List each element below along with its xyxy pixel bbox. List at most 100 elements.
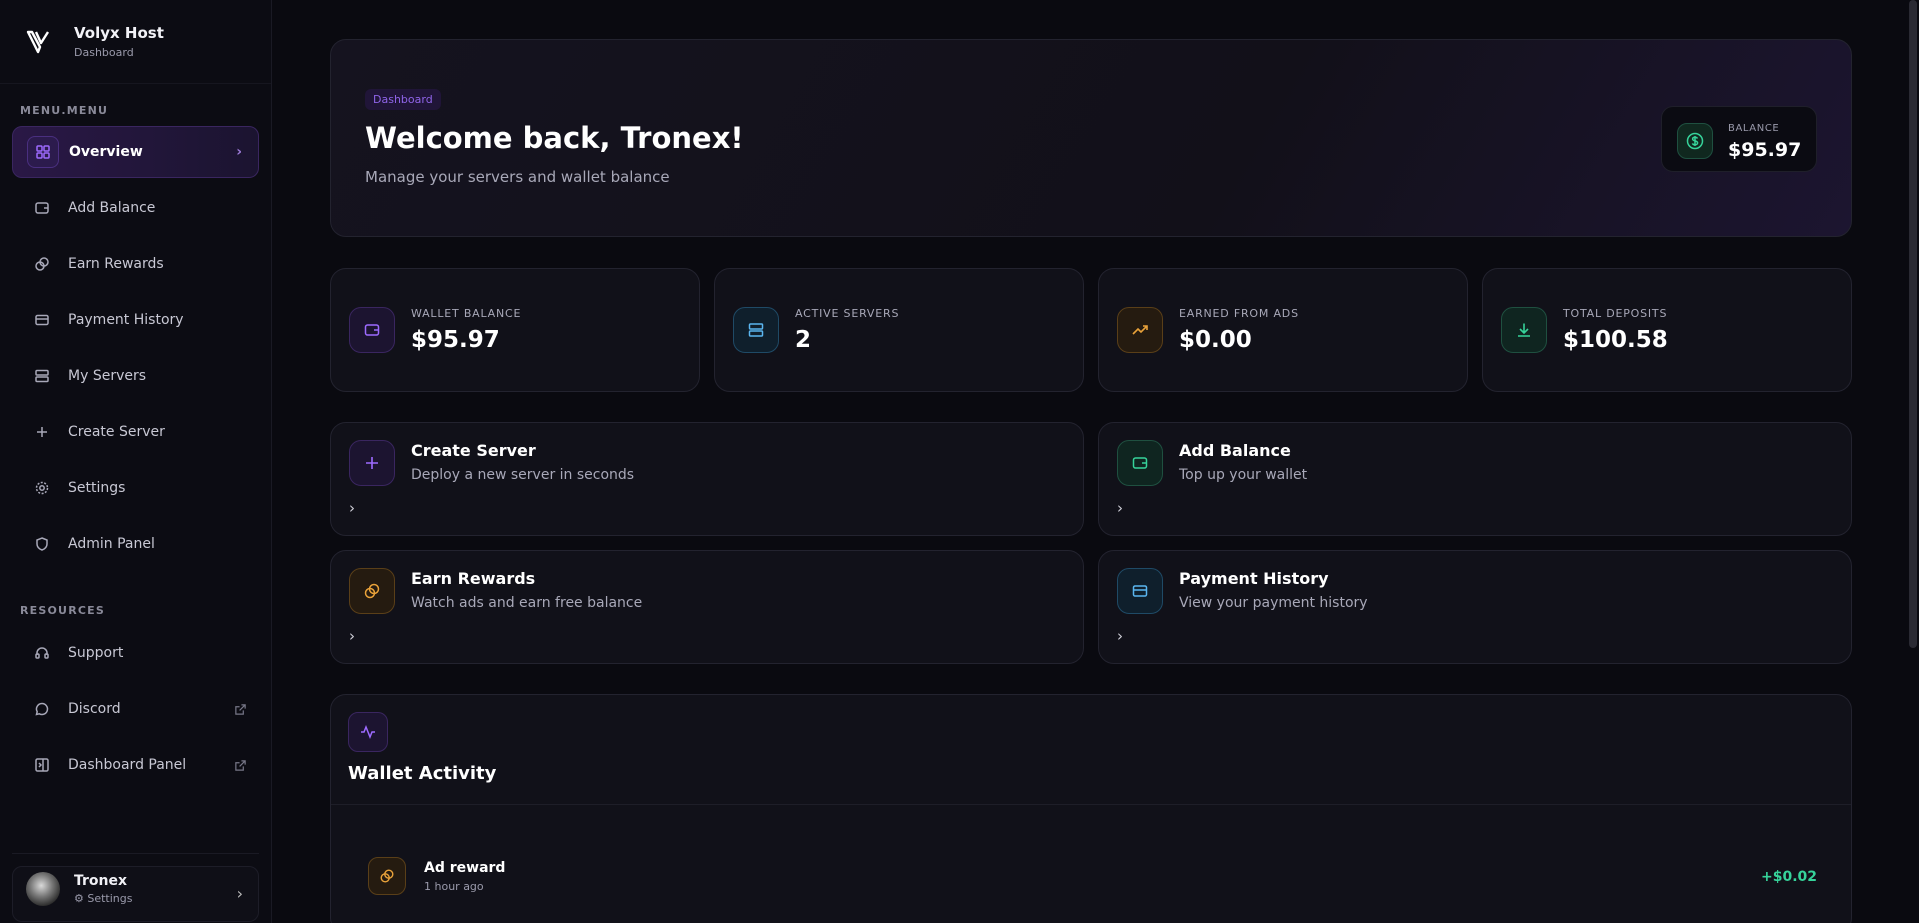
user-settings-link: ⚙ Settings xyxy=(74,891,133,905)
chat-icon xyxy=(32,699,52,719)
balance-value: $95.97 xyxy=(1728,139,1802,161)
wallet-icon xyxy=(32,198,52,218)
sidebar-item-create-server[interactable]: Create Server xyxy=(12,406,259,458)
user-profile[interactable]: Tronex ⚙ Settings › xyxy=(12,853,259,923)
wallet-activity-panel: Wallet Activity Ad reward 1 hour ago +$0… xyxy=(330,694,1852,923)
activity-amount: +$0.02 xyxy=(1760,869,1817,885)
stat-value: 2 xyxy=(795,327,812,353)
action-description: Watch ads and earn free balance xyxy=(411,595,643,611)
action-create-server[interactable]: Create Server Deploy a new server in sec… xyxy=(330,422,1084,536)
chevron-right-icon: › xyxy=(236,144,242,160)
stat-earned-from-ads: EARNED FROM ADS $0.00 xyxy=(1098,268,1468,392)
section-title: Wallet Activity xyxy=(348,763,497,784)
grid-icon xyxy=(27,136,59,168)
sidebar-item-my-servers[interactable]: My Servers xyxy=(12,350,259,402)
external-link-icon xyxy=(234,759,247,772)
balance-label: BALANCE xyxy=(1728,123,1780,134)
sidebar-item-label: Create Server xyxy=(68,424,165,440)
sidebar-item-label: My Servers xyxy=(68,368,147,384)
sidebar-item-payment-history[interactable]: Payment History xyxy=(12,294,259,346)
sidebar-item-earn-rewards[interactable]: Earn Rewards xyxy=(12,238,259,290)
action-title: Add Balance xyxy=(1179,441,1291,460)
gear-icon xyxy=(32,478,52,498)
plus-icon xyxy=(32,422,52,442)
server-icon xyxy=(733,307,779,353)
chevron-right-icon: › xyxy=(349,627,355,645)
chevron-right-icon: › xyxy=(236,884,243,903)
sidebar-item-label: Overview xyxy=(69,144,143,160)
shield-icon xyxy=(32,534,52,554)
resources-section-label: RESOURCES xyxy=(20,604,105,617)
action-description: Top up your wallet xyxy=(1179,467,1308,483)
wallet-icon xyxy=(1117,440,1163,486)
stat-wallet-balance: WALLET BALANCE $95.97 xyxy=(330,268,700,392)
page-title: Welcome back, Tronex! xyxy=(365,121,744,155)
main-nav: Overview › Add Balance Earn Rewards Paym… xyxy=(12,126,259,574)
action-title: Earn Rewards xyxy=(411,569,536,588)
sidebar-item-label: Add Balance xyxy=(68,200,156,216)
external-link-icon xyxy=(234,703,247,716)
chevron-right-icon: › xyxy=(349,499,355,517)
action-description: Deploy a new server in seconds xyxy=(411,467,635,483)
headset-icon xyxy=(32,643,52,663)
sidebar-item-admin-panel[interactable]: Admin Panel xyxy=(12,518,259,570)
trending-up-icon xyxy=(1117,307,1163,353)
brand-subtitle: Dashboard xyxy=(74,46,134,59)
stat-value: $0.00 xyxy=(1179,327,1252,353)
sidebar-item-settings[interactable]: Settings xyxy=(12,462,259,514)
sidebar-item-label: Discord xyxy=(68,701,121,717)
sidebar-item-label: Admin Panel xyxy=(68,536,155,552)
divider xyxy=(331,804,1851,805)
resources-nav: Support Discord Dashboard Panel xyxy=(12,627,259,795)
sidebar-item-dashboard-panel[interactable]: Dashboard Panel xyxy=(12,739,259,791)
logo-icon xyxy=(26,30,50,53)
brand[interactable]: Volyx Host Dashboard xyxy=(0,0,271,84)
menu-section-label: MENU.MENU xyxy=(20,104,109,117)
activity-time: 1 hour ago xyxy=(424,880,484,893)
chevron-right-icon: › xyxy=(1117,627,1123,645)
scrollbar[interactable] xyxy=(1909,0,1917,648)
action-payment-history[interactable]: Payment History View your payment histor… xyxy=(1098,550,1852,664)
credit-card-icon xyxy=(1117,568,1163,614)
plus-icon xyxy=(349,440,395,486)
breadcrumb: Dashboard xyxy=(365,89,441,110)
panel-icon xyxy=(32,755,52,775)
stat-value: $95.97 xyxy=(411,327,500,353)
sidebar-item-label: Support xyxy=(68,645,124,661)
sidebar-item-add-balance[interactable]: Add Balance xyxy=(12,182,259,234)
stat-active-servers: ACTIVE SERVERS 2 xyxy=(714,268,1084,392)
sidebar: Volyx Host Dashboard MENU.MENU Overview … xyxy=(0,0,272,923)
sidebar-item-discord[interactable]: Discord xyxy=(12,683,259,735)
action-title: Create Server xyxy=(411,441,536,460)
coins-icon xyxy=(349,568,395,614)
stat-label: WALLET BALANCE xyxy=(411,307,522,320)
sidebar-item-label: Payment History xyxy=(68,312,184,328)
action-description: View your payment history xyxy=(1179,595,1368,611)
sidebar-item-overview[interactable]: Overview › xyxy=(12,126,259,178)
activity-icon xyxy=(348,712,388,752)
sidebar-item-support[interactable]: Support xyxy=(12,627,259,679)
wallet-icon xyxy=(349,307,395,353)
brand-title: Volyx Host xyxy=(74,24,164,42)
action-add-balance[interactable]: Add Balance Top up your wallet › xyxy=(1098,422,1852,536)
welcome-banner: Dashboard Welcome back, Tronex! Manage y… xyxy=(330,39,1852,237)
sidebar-item-label: Dashboard Panel xyxy=(68,757,187,773)
credit-card-icon xyxy=(32,310,52,330)
activity-title: Ad reward xyxy=(424,860,506,876)
coins-icon xyxy=(368,857,406,895)
stat-label: ACTIVE SERVERS xyxy=(795,307,900,320)
sidebar-item-label: Settings xyxy=(68,480,126,496)
chevron-right-icon: › xyxy=(1117,499,1123,517)
avatar xyxy=(26,871,60,906)
download-icon xyxy=(1501,307,1547,353)
app-root: Volyx Host Dashboard MENU.MENU Overview … xyxy=(0,0,1919,923)
balance-widget: BALANCE $95.97 xyxy=(1661,106,1817,172)
sidebar-item-label: Earn Rewards xyxy=(68,256,164,272)
stat-label: TOTAL DEPOSITS xyxy=(1563,307,1668,320)
gear-icon: ⚙ xyxy=(74,891,88,905)
server-icon xyxy=(32,366,52,386)
dollar-icon xyxy=(1677,123,1713,159)
coins-icon xyxy=(32,254,52,274)
stat-label: EARNED FROM ADS xyxy=(1179,307,1299,320)
action-earn-rewards[interactable]: Earn Rewards Watch ads and earn free bal… xyxy=(330,550,1084,664)
